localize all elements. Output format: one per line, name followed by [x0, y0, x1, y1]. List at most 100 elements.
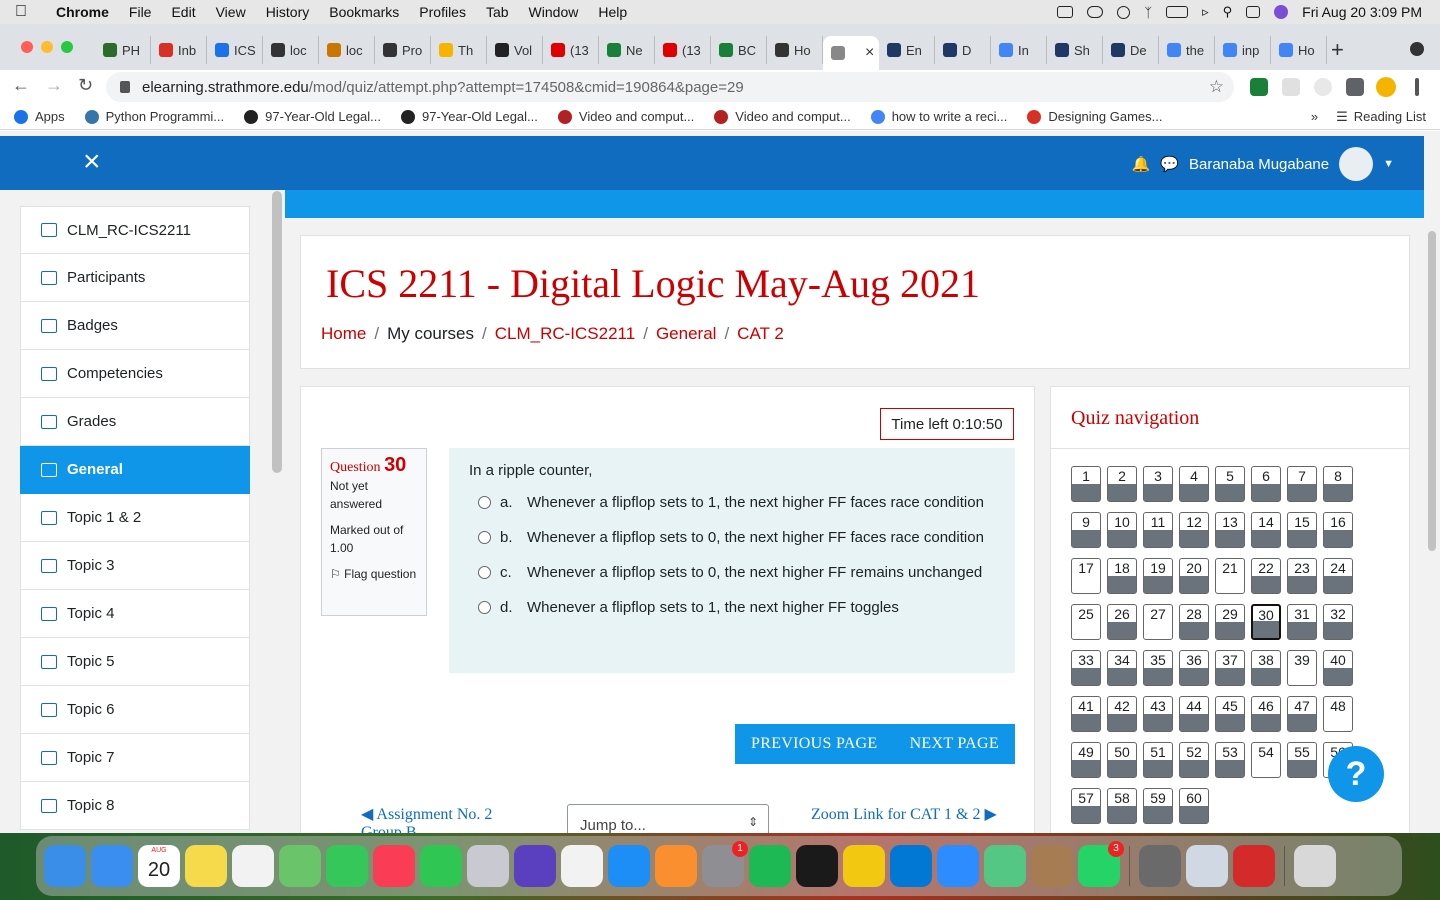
answer-radio[interactable] [478, 566, 491, 579]
siri-icon[interactable] [1274, 5, 1289, 19]
sidebar-scrollbar[interactable] [272, 191, 282, 473]
dock-facetime-icon[interactable] [420, 845, 462, 887]
browser-tab[interactable]: the [1159, 36, 1215, 64]
sidebar-item-topic-6[interactable]: Topic 6 [20, 686, 250, 734]
quiz-nav-button-38[interactable]: 38 [1251, 650, 1281, 686]
menu-help[interactable]: Help [588, 4, 637, 20]
sidebar-item-clm-rc-ics2211[interactable]: CLM_RC-ICS2211 [20, 206, 250, 254]
quiz-nav-button-1[interactable]: 1 [1071, 466, 1101, 502]
next-activity-link[interactable]: Zoom Link for CAT 1 & 2 ▶ [811, 804, 1011, 824]
dock-spotify-icon[interactable] [749, 845, 791, 887]
sidebar-item-general[interactable]: General [20, 446, 250, 494]
flag-question-button[interactable]: ⚐ Flag question [330, 565, 418, 583]
menu-edit[interactable]: Edit [161, 4, 205, 20]
bookmark-item[interactable]: Python Programmi... [84, 109, 224, 124]
quiz-nav-button-41[interactable]: 41 [1071, 696, 1101, 732]
browser-tab[interactable]: BC [711, 36, 767, 64]
quiz-nav-button-27[interactable]: 27 [1143, 604, 1173, 640]
browser-tab[interactable]: (13 [655, 36, 711, 64]
sidebar-item-topic-3[interactable]: Topic 3 [20, 542, 250, 590]
bookmark-item[interactable]: how to write a reci... [870, 109, 1007, 124]
sidebar-item-grades[interactable]: Grades [20, 398, 250, 446]
bookmark-item[interactable]: Apps [14, 109, 65, 124]
dock-trash-icon[interactable] [1294, 845, 1336, 887]
jump-to-select[interactable]: Jump to... ⇕ [567, 804, 769, 833]
quiz-nav-button-3[interactable]: 3 [1143, 466, 1173, 502]
quiz-nav-button-2[interactable]: 2 [1107, 466, 1137, 502]
control-center-icon[interactable] [1246, 6, 1261, 18]
quiz-nav-button-58[interactable]: 58 [1107, 788, 1137, 824]
quiz-nav-button-30[interactable]: 30 [1251, 604, 1281, 640]
quiz-nav-button-29[interactable]: 29 [1215, 604, 1245, 640]
quiz-nav-button-26[interactable]: 26 [1107, 604, 1137, 640]
notification-bell-icon[interactable]: 🔔 [1132, 155, 1151, 173]
next-page-button[interactable]: NEXT PAGE [910, 735, 999, 753]
quiz-nav-button-17[interactable]: 17 [1071, 558, 1101, 594]
browser-tab[interactable]: PH [95, 36, 151, 64]
dock-siri-icon[interactable] [514, 845, 556, 887]
previous-page-button[interactable]: PREVIOUS PAGE [751, 735, 877, 753]
quiz-nav-button-35[interactable]: 35 [1143, 650, 1173, 686]
browser-tab[interactable]: Sh [1047, 36, 1103, 64]
quiz-nav-button-12[interactable]: 12 [1179, 512, 1209, 548]
quiz-nav-button-25[interactable]: 25 [1071, 604, 1101, 640]
breadcrumb-section[interactable]: General [656, 324, 716, 344]
dock-photo-booth-icon[interactable] [1233, 845, 1275, 887]
quiz-nav-button-37[interactable]: 37 [1215, 650, 1245, 686]
quiz-nav-button-22[interactable]: 22 [1251, 558, 1281, 594]
quiz-nav-button-55[interactable]: 55 [1287, 742, 1317, 778]
quiz-nav-button-44[interactable]: 44 [1179, 696, 1209, 732]
reading-list-button[interactable]: ☰ Reading List [1336, 109, 1426, 125]
quiz-nav-button-53[interactable]: 53 [1215, 742, 1245, 778]
dock-chrome-icon[interactable] [843, 845, 885, 887]
wifi-icon[interactable]: ▹ [1202, 4, 1209, 20]
quiz-nav-button-50[interactable]: 50 [1107, 742, 1137, 778]
dock-zoom-icon[interactable] [937, 845, 979, 887]
quiz-nav-button-23[interactable]: 23 [1287, 558, 1317, 594]
browser-tab[interactable]: D [935, 36, 991, 64]
quiz-nav-button-8[interactable]: 8 [1323, 466, 1353, 502]
quiz-nav-button-4[interactable]: 4 [1179, 466, 1209, 502]
browser-tab[interactable]: loc [263, 36, 319, 64]
quiz-nav-button-15[interactable]: 15 [1287, 512, 1317, 548]
dock-music-icon[interactable] [373, 845, 415, 887]
dock-books-icon[interactable] [655, 845, 697, 887]
help-button[interactable]: ? [1328, 746, 1384, 802]
quiz-nav-button-34[interactable]: 34 [1107, 650, 1137, 686]
bookmark-item[interactable]: 97-Year-Old Legal... [244, 109, 381, 124]
dock-maps-icon[interactable] [279, 845, 321, 887]
quiz-nav-button-47[interactable]: 47 [1287, 696, 1317, 732]
close-tab-icon[interactable]: × [865, 44, 874, 62]
battery-icon[interactable] [1166, 6, 1189, 18]
user-name[interactable]: Baranaba Mugabane [1189, 156, 1329, 173]
chrome-menu-icon[interactable] [1415, 78, 1419, 96]
menu-tab[interactable]: Tab [476, 4, 519, 20]
quiz-nav-button-40[interactable]: 40 [1323, 650, 1353, 686]
maximize-window-button[interactable] [61, 41, 73, 53]
menu-file[interactable]: File [119, 4, 162, 20]
quiz-nav-button-21[interactable]: 21 [1215, 558, 1245, 594]
messages-icon[interactable]: 💬 [1160, 155, 1179, 173]
quiz-nav-button-49[interactable]: 49 [1071, 742, 1101, 778]
sidebar-item-topic-5[interactable]: Topic 5 [20, 638, 250, 686]
sidebar-item-topic-7[interactable]: Topic 7 [20, 734, 250, 782]
sidebar-item-topic-1-2[interactable]: Topic 1 & 2 [20, 494, 250, 542]
answer-option[interactable]: a. Whenever a flipflop sets to 1, the nex… [469, 492, 995, 514]
chevron-down-icon[interactable]: ▼ [1383, 158, 1394, 170]
spotlight-search-icon[interactable]: ⚲ [1223, 4, 1233, 20]
quiz-nav-button-54[interactable]: 54 [1251, 742, 1281, 778]
browser-tab[interactable]: Ne [599, 36, 655, 64]
quiz-nav-button-52[interactable]: 52 [1179, 742, 1209, 778]
answer-option[interactable]: d. Whenever a flipflop sets to 1, the nex… [469, 597, 995, 619]
bookmark-item[interactable]: Designing Games... [1027, 109, 1162, 124]
play-status-icon[interactable] [1117, 5, 1131, 19]
bookmark-star-icon[interactable]: ☆ [1209, 77, 1224, 97]
sidebar-item-participants[interactable]: Participants [20, 254, 250, 302]
quiz-nav-button-28[interactable]: 28 [1179, 604, 1209, 640]
cloud-status-icon[interactable] [1087, 6, 1104, 18]
bookmark-item[interactable]: 97-Year-Old Legal... [401, 109, 538, 124]
menu-view[interactable]: View [206, 4, 256, 20]
dock-whatsapp-icon[interactable]: 3 [1078, 841, 1124, 887]
quiz-nav-button-7[interactable]: 7 [1287, 466, 1317, 502]
breadcrumb-home[interactable]: Home [321, 324, 366, 344]
